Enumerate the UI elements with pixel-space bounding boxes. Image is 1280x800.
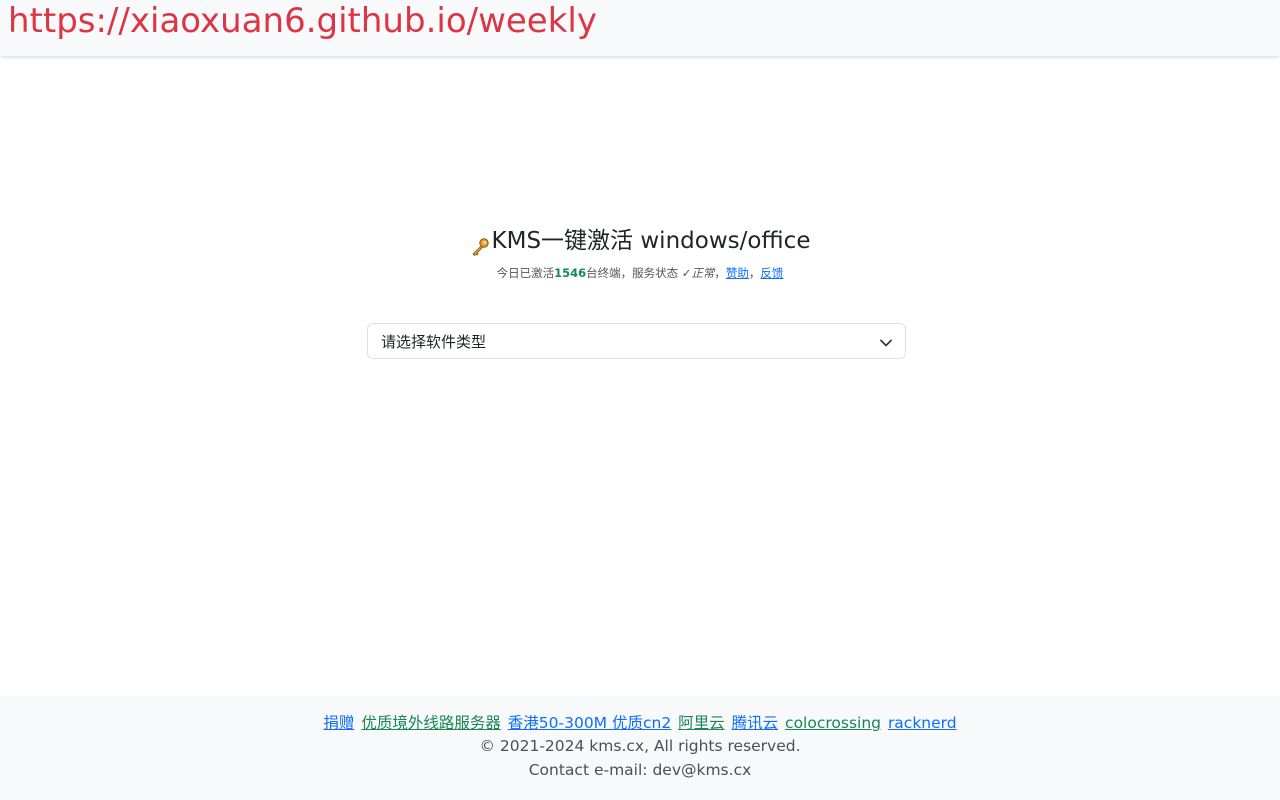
title-text: KMS一键激活 windows/office [491,228,811,254]
donate-link[interactable]: 赞助 [726,266,749,280]
activation-status: 今日已激活1546台终端，服务状态 ✓正常，赞助，反馈 [0,265,1280,281]
status-prefix: 今日已激活 [496,266,555,280]
footer-link-hk-cn2[interactable]: 香港50-300M 优质cn2 [508,714,671,732]
key-icon [470,231,490,257]
footer: 捐赠 优质境外线路服务器 香港50-300M 优质cn2 阿里云 腾讯云 col… [0,696,1280,800]
contact-email: Contact e-mail: dev@kms.cx [528,761,752,779]
footer-link-colocrossing[interactable]: colocrossing [785,714,881,732]
activation-count: 1546 [554,266,587,280]
top-navbar: https://xiaoxuan6.github.io/weekly [0,0,1280,56]
footer-link-aliyun[interactable]: 阿里云 [678,714,725,732]
software-type-select[interactable]: 请选择软件类型 [367,323,906,359]
select-value: 请选择软件类型 [381,333,487,351]
copyright: © 2021-2024 kms.cx, All rights reserved. [479,737,801,755]
footer-link-tencent-cloud[interactable]: 腾讯云 [732,714,779,732]
status-middle: 台终端，服务状态 [586,266,679,280]
separator: ， [714,266,726,280]
hero-section: KMS一键激活 windows/office 今日已激活1546台终端，服务状态… [0,222,1280,281]
footer-links: 捐赠 优质境外线路服务器 香港50-300M 优质cn2 阿里云 腾讯云 col… [0,712,1280,734]
feedback-link[interactable]: 反馈 [760,266,783,280]
check-icon: ✓ [681,266,692,280]
chevron-down-icon [879,335,893,349]
service-status: 正常 [691,266,715,280]
footer-link-overseas-server[interactable]: 优质境外线路服务器 [361,714,501,732]
footer-link-donate[interactable]: 捐赠 [323,714,354,732]
page-title: KMS一键激活 windows/office [470,222,811,260]
separator: ， [748,266,761,280]
footer-link-racknerd[interactable]: racknerd [888,714,957,732]
banner-link[interactable]: https://xiaoxuan6.github.io/weekly [8,0,597,42]
